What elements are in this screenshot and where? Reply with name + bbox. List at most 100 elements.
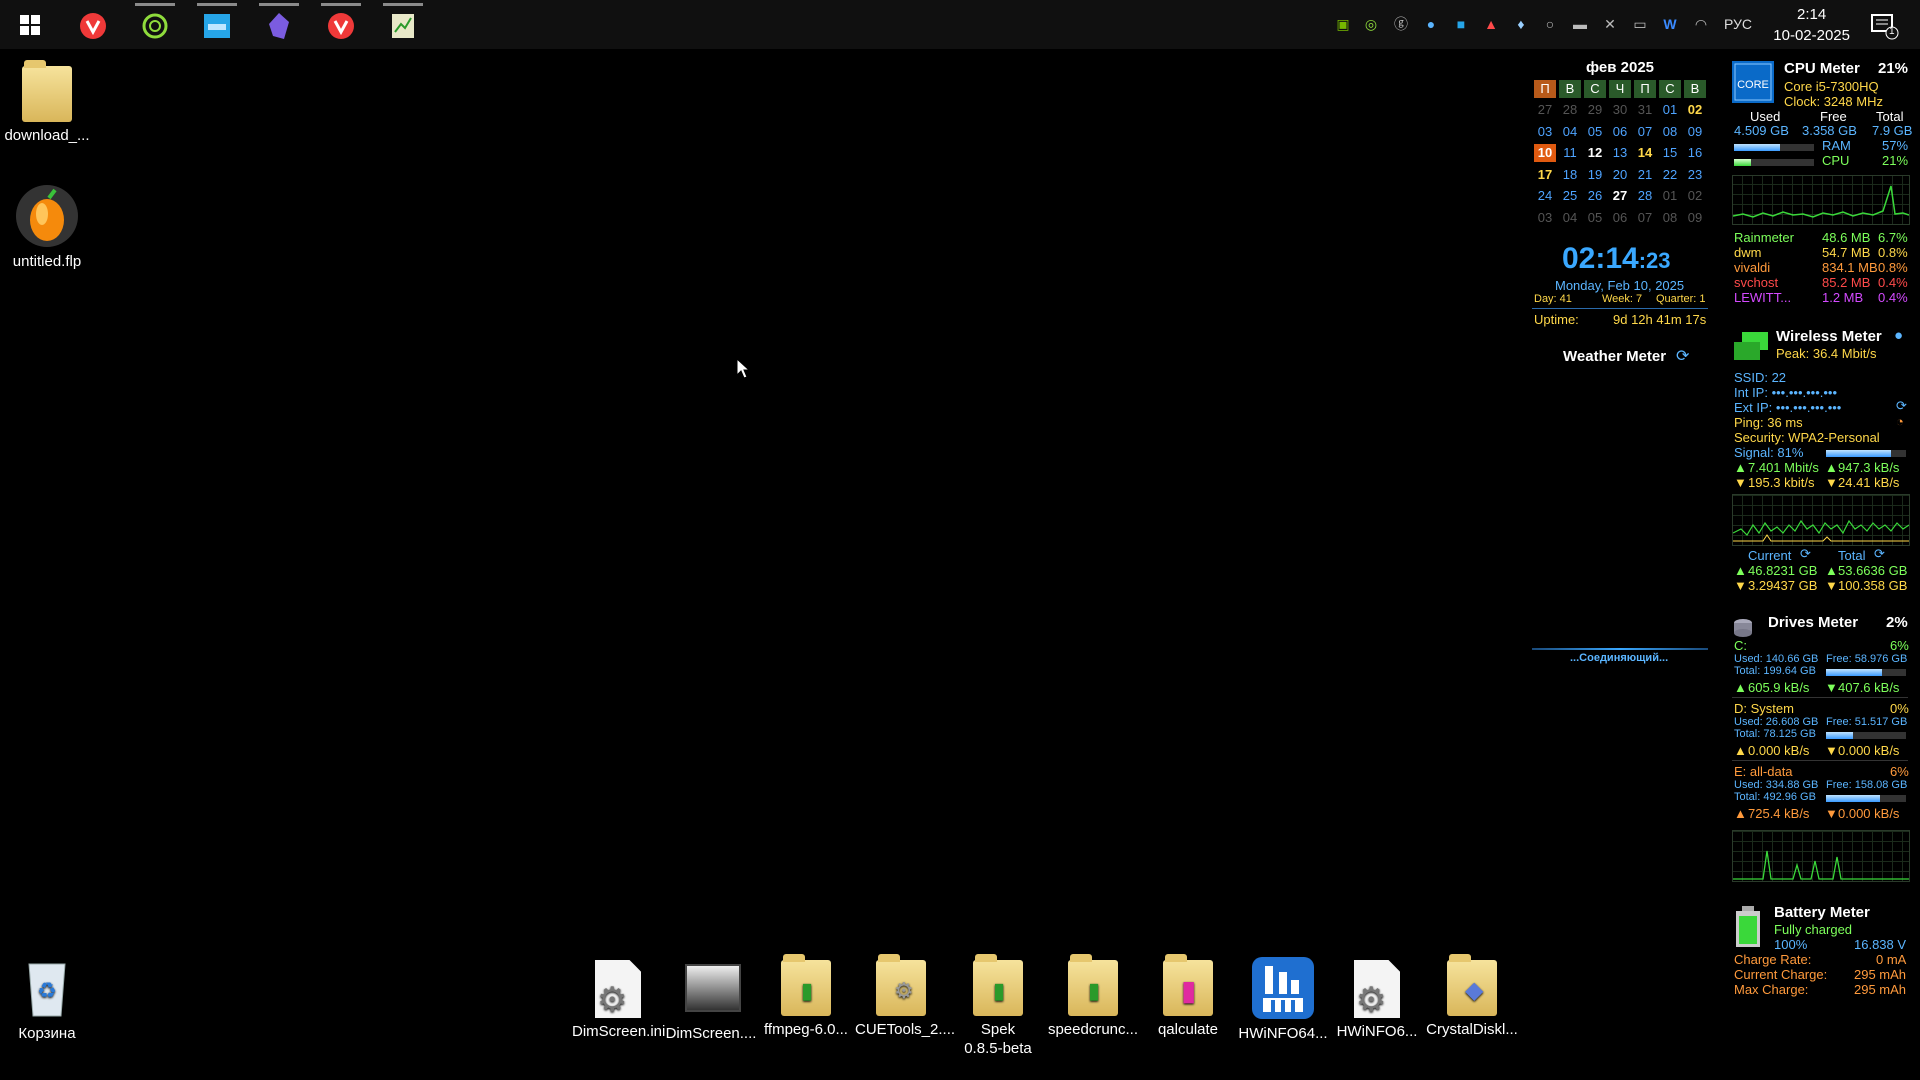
desktop-icon-qalculate[interactable]: ▮ qalculate <box>1142 954 1234 1039</box>
taskbar-app-obsidian[interactable] <box>251 3 307 49</box>
calendar-day[interactable]: 03 <box>1534 123 1556 141</box>
desktop-icon-speedcrunch[interactable]: ▮ speedcrunc... <box>1047 954 1139 1039</box>
calendar-day[interactable]: 06 <box>1609 209 1631 227</box>
calendar-day[interactable]: 12 <box>1584 144 1606 162</box>
refresh-current-icon[interactable]: ⟳ <box>1800 546 1811 562</box>
calendar-day[interactable]: 05 <box>1584 209 1606 227</box>
calendar-day[interactable]: 19 <box>1584 166 1606 184</box>
calendar-day[interactable]: 28 <box>1559 101 1581 119</box>
calendar-day[interactable]: 13 <box>1609 144 1631 162</box>
drive-free: Free: 51.517 GB <box>1826 716 1908 728</box>
desktop-icon-ffmpeg[interactable]: ▮ ffmpeg-6.0... <box>760 954 852 1039</box>
calendar-day[interactable]: 20 <box>1609 166 1631 184</box>
calendar-day[interactable]: 07 <box>1634 209 1656 227</box>
ping-gauge-icon[interactable]: ◔ <box>1896 414 1904 429</box>
desktop-icon-cuetools[interactable]: ⚙ CUETools_2.... <box>855 954 955 1039</box>
battery-icon[interactable]: ▭ <box>1631 15 1649 33</box>
calendar-day[interactable]: 07 <box>1634 123 1656 141</box>
process-name: svchost <box>1734 275 1779 290</box>
battery-meter-title: Battery Meter <box>1774 904 1870 921</box>
taskbar-clock[interactable]: 2:14 10-02-2025 <box>1773 4 1850 46</box>
speaker-muted-icon[interactable]: ✕ <box>1601 15 1619 33</box>
taskbar-app-browser[interactable] <box>189 3 245 49</box>
calendar-day[interactable]: 06 <box>1609 123 1631 141</box>
gb-icon[interactable]: ⓖ <box>1392 15 1410 33</box>
display-icon[interactable]: ▬ <box>1571 15 1589 33</box>
calendar-day[interactable]: 18 <box>1559 166 1581 184</box>
calendar-day[interactable]: 09 <box>1684 209 1706 227</box>
desktop-icon-download[interactable]: download_... <box>2 60 92 145</box>
lewitt-tray-icon[interactable]: ◎ <box>1362 15 1380 33</box>
calendar-day[interactable]: 28 <box>1634 187 1656 205</box>
wifi-icon[interactable]: ◠ <box>1692 15 1710 33</box>
calendar-day[interactable]: 09 <box>1684 123 1706 141</box>
intel-core-icon: CORE <box>1732 61 1774 103</box>
circle-icon[interactable]: ○ <box>1541 15 1559 33</box>
process-name: Rainmeter <box>1734 230 1794 245</box>
calendar-day[interactable]: 01 <box>1659 187 1681 205</box>
desktop-icon-hwinfo64[interactable]: HWiNFO64... <box>1237 956 1329 1043</box>
calendar-day[interactable]: 24 <box>1534 187 1556 205</box>
calendar-day[interactable]: 30 <box>1609 101 1631 119</box>
taskbar-app-vivaldi[interactable] <box>65 3 121 49</box>
calendar-day[interactable]: 04 <box>1559 123 1581 141</box>
nvidia-icon[interactable]: ▣ <box>1334 15 1352 33</box>
w-icon[interactable]: W <box>1661 15 1679 33</box>
taskbar-app-spreadsheet[interactable] <box>375 3 431 49</box>
ram-label: RAM <box>1822 138 1851 153</box>
calendar-day[interactable]: 10 <box>1534 144 1556 162</box>
desktop-icon-hwinfo6[interactable]: ⚙ HWiNFO6... <box>1331 956 1423 1041</box>
calendar-day[interactable]: 27 <box>1534 101 1556 119</box>
drive-used: Used: 140.66 GB <box>1734 653 1819 665</box>
calendar-day[interactable]: 01 <box>1659 101 1681 119</box>
desktop-icon-dimscreen-ini[interactable]: ⚙ DimScreen.ini <box>572 956 665 1041</box>
drive-total: Total: 492.96 GB <box>1734 791 1816 803</box>
calendar-day[interactable]: 11 <box>1559 144 1581 162</box>
calendar-day[interactable]: 08 <box>1659 123 1681 141</box>
desktop-icon-dimscreen[interactable]: DimScreen.... <box>665 956 757 1043</box>
calendar-day[interactable]: 29 <box>1584 101 1606 119</box>
calendar-day[interactable]: 05 <box>1584 123 1606 141</box>
calendar-day[interactable]: 08 <box>1659 209 1681 227</box>
desktop-icon-spek[interactable]: ▮ Spek 0.8.5-beta <box>952 954 1044 1058</box>
calendar-day[interactable]: 27 <box>1609 187 1631 205</box>
calendar-day[interactable]: 26 <box>1584 187 1606 205</box>
drop-icon[interactable]: ♦ <box>1512 15 1530 33</box>
calendar-weekday: В <box>1684 80 1706 98</box>
zip-folder-icon: ◆ <box>1447 954 1497 1016</box>
widget-clock-hm: 02:14 <box>1562 242 1639 275</box>
zip-folder-icon: ⚙ <box>876 954 926 1016</box>
language-indicator[interactable]: РУС <box>1724 16 1752 32</box>
calendar-day[interactable]: 15 <box>1659 144 1681 162</box>
app-tray-icon[interactable]: ■ <box>1452 15 1470 33</box>
max-charge-label: Max Charge: <box>1734 982 1809 997</box>
calendar-day[interactable]: 23 <box>1684 166 1706 184</box>
notification-center-button[interactable]: 1 <box>1870 12 1900 40</box>
globe-icon[interactable]: ● <box>1422 15 1440 33</box>
globe-icon[interactable]: ● <box>1894 327 1903 344</box>
desktop-icon-crystaldisk[interactable]: ◆ CrystalDiskl... <box>1426 954 1518 1039</box>
taskbar-app-vivaldi-2[interactable] <box>313 3 369 49</box>
refresh-ip-icon[interactable]: ⟳ <box>1896 398 1907 414</box>
desktop-icon-recycle-bin[interactable]: ♻ Корзина <box>2 956 92 1043</box>
chart-tray-icon[interactable]: ▲ <box>1482 15 1500 33</box>
calendar-day[interactable]: 22 <box>1659 166 1681 184</box>
calendar-day[interactable]: 17 <box>1534 166 1556 184</box>
calendar-day[interactable]: 14 <box>1634 144 1656 162</box>
calendar-day[interactable]: 31 <box>1634 101 1656 119</box>
calendar-weekday: С <box>1584 80 1606 98</box>
calendar-day[interactable]: 02 <box>1684 101 1706 119</box>
calendar-day[interactable]: 04 <box>1559 209 1581 227</box>
calendar-day[interactable]: 16 <box>1684 144 1706 162</box>
refresh-icon[interactable]: ⟳ <box>1676 346 1689 366</box>
upload-arrow-icon: ▲ <box>1734 743 1747 758</box>
icon-label: speedcrunc... <box>1047 1021 1139 1038</box>
calendar-day[interactable]: 03 <box>1534 209 1556 227</box>
calendar-day[interactable]: 25 <box>1559 187 1581 205</box>
taskbar-app-lewitt[interactable] <box>127 3 183 49</box>
desktop-icon-flp[interactable]: untitled.flp <box>2 184 92 271</box>
refresh-total-icon[interactable]: ⟳ <box>1874 546 1885 562</box>
calendar-day[interactable]: 02 <box>1684 187 1706 205</box>
start-button[interactable] <box>8 6 52 44</box>
calendar-day[interactable]: 21 <box>1634 166 1656 184</box>
